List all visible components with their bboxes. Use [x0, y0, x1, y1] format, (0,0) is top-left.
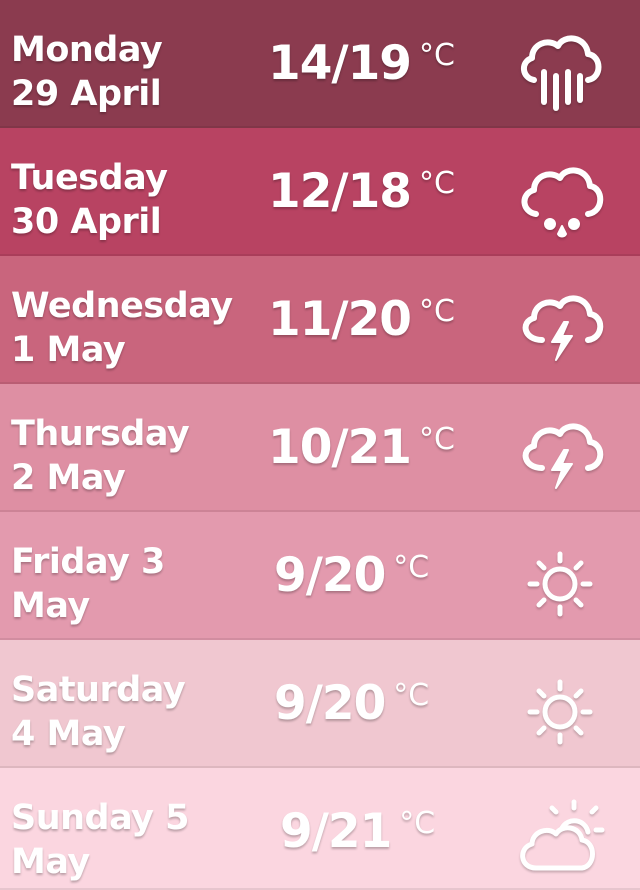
forecast-row-sunday[interactable]: Sunday 5 May 9/21 °C [0, 768, 640, 890]
forecast-row-monday[interactable]: Monday 29 April 14/19 °C [0, 0, 640, 128]
temperature-range: 9/21 [280, 804, 392, 859]
partly-cloudy-icon [512, 788, 608, 884]
day-date: 29 April [11, 74, 162, 114]
day-date: 1 May [11, 330, 126, 370]
temperature-range: 12/18 [268, 164, 412, 219]
temperature: 14/19 °C [268, 34, 468, 94]
thunderstorm-icon [512, 404, 608, 500]
temperature: 9/20 °C [274, 674, 474, 734]
day-name: Saturday [11, 670, 186, 710]
day-label: Sunday 5 May [11, 796, 246, 884]
day-date: 4 May [11, 714, 126, 754]
forecast-row-saturday[interactable]: Saturday 4 May 9/20 °C [0, 640, 640, 768]
forecast-row-tuesday[interactable]: Tuesday 30 April 12/18 °C [0, 128, 640, 256]
forecast-row-wednesday[interactable]: Wednesday 1 May 11/20 °C [0, 256, 640, 384]
temperature-unit: °C [418, 166, 455, 201]
temperature-range: 11/20 [268, 292, 412, 347]
day-date: 2 May [11, 458, 126, 498]
thunderstorm-icon [512, 276, 608, 372]
day-name: Wednesday [11, 286, 233, 326]
day-name: Sunday 5 [11, 798, 190, 838]
day-label: Monday 29 April [11, 28, 246, 116]
light-rain-icon [512, 148, 608, 244]
sun-icon [512, 532, 608, 628]
day-date: May [11, 586, 90, 626]
day-label: Wednesday 1 May [11, 284, 246, 372]
temperature-unit: °C [399, 806, 436, 841]
temperature-range: 10/21 [268, 420, 412, 475]
day-label: Thursday 2 May [11, 412, 246, 500]
temperature: 12/18 °C [268, 162, 468, 222]
sun-icon [512, 660, 608, 756]
forecast-list: Monday 29 April 14/19 °C Tuesday 30 April… [0, 0, 640, 890]
temperature-unit: °C [418, 38, 455, 73]
temperature: 10/21 °C [268, 418, 468, 478]
forecast-row-friday[interactable]: Friday 3 May 9/20 °C [0, 512, 640, 640]
day-label: Friday 3 May [11, 540, 246, 628]
temperature: 11/20 °C [268, 290, 468, 350]
temperature-range: 9/20 [274, 548, 386, 603]
heavy-rain-icon [512, 20, 608, 116]
day-label: Tuesday 30 April [11, 156, 246, 244]
temperature-unit: °C [418, 422, 455, 457]
temperature-unit: °C [393, 678, 430, 713]
day-name: Thursday [11, 414, 190, 454]
forecast-row-thursday[interactable]: Thursday 2 May 10/21 °C [0, 384, 640, 512]
day-label: Saturday 4 May [11, 668, 246, 756]
temperature-range: 9/20 [274, 676, 386, 731]
day-date: 30 April [11, 202, 162, 242]
day-name: Tuesday [11, 158, 168, 198]
day-name: Monday [11, 30, 163, 70]
temperature: 9/20 °C [274, 546, 474, 606]
day-date: May [11, 842, 90, 882]
temperature-range: 14/19 [268, 36, 412, 91]
temperature-unit: °C [418, 294, 455, 329]
temperature: 9/21 °C [280, 802, 480, 862]
day-name: Friday 3 [11, 542, 165, 582]
temperature-unit: °C [393, 550, 430, 585]
